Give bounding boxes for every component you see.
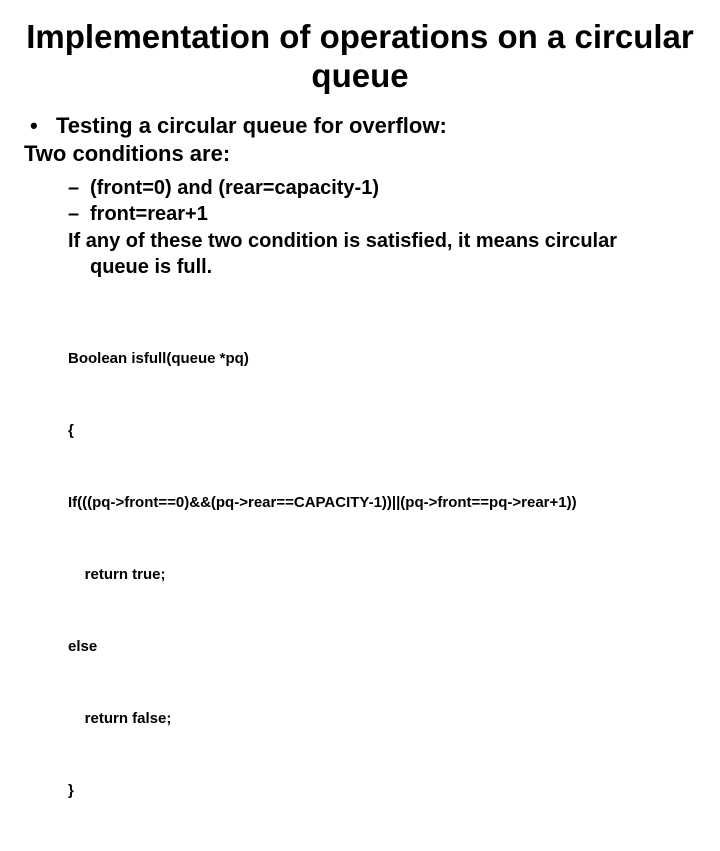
code-line: If(((pq->front==0)&&(pq->rear==CAPACITY-… bbox=[68, 491, 696, 515]
sub-text: front=rear+1 bbox=[90, 201, 696, 227]
slide-title: Implementation of operations on a circul… bbox=[24, 18, 696, 96]
code-line: } bbox=[68, 779, 696, 803]
sub-item: – (front=0) and (rear=capacity-1) bbox=[68, 175, 696, 201]
code-block: Boolean isfull(queue *pq) { If(((pq->fro… bbox=[68, 299, 696, 851]
bullet-text: Testing a circular queue for overflow: bbox=[56, 112, 696, 141]
dash-icon: – bbox=[68, 201, 90, 227]
sub-if-line: If any of these two condition is satisfi… bbox=[68, 228, 696, 254]
code-line: return false; bbox=[68, 707, 696, 731]
sub-item: – front=rear+1 bbox=[68, 201, 696, 227]
code-line: Boolean isfull(queue *pq) bbox=[68, 347, 696, 371]
sub-text: (front=0) and (rear=capacity-1) bbox=[90, 175, 696, 201]
sub-if-line2: queue is full. bbox=[68, 254, 696, 280]
code-line: return true; bbox=[68, 563, 696, 587]
bullet-item: • Testing a circular queue for overflow: bbox=[24, 112, 696, 141]
body-text: • Testing a circular queue for overflow:… bbox=[24, 112, 696, 169]
slide: Implementation of operations on a circul… bbox=[0, 0, 720, 540]
code-line: { bbox=[68, 419, 696, 443]
bullet-dot-icon: • bbox=[24, 112, 56, 141]
dash-icon: – bbox=[68, 175, 90, 201]
sub-list: – (front=0) and (rear=capacity-1) – fron… bbox=[68, 175, 696, 281]
body-line: Two conditions are: bbox=[24, 140, 696, 169]
code-line: else bbox=[68, 635, 696, 659]
